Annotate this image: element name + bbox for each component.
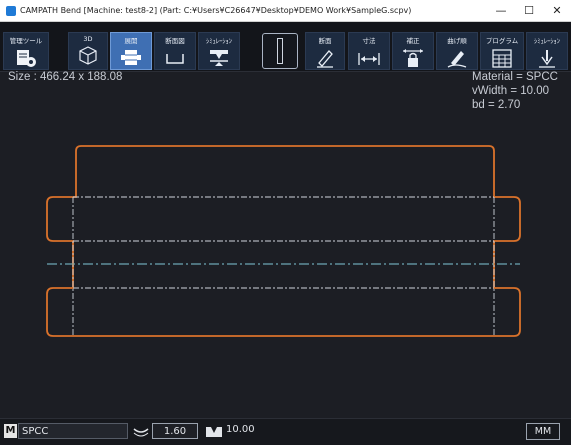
single-view-button[interactable]: [262, 33, 298, 69]
material-field[interactable]: SPCC: [18, 423, 128, 439]
management-tool-label: 管理ツール: [9, 37, 43, 45]
press-simulation-label: ｼﾐｭﾚｰｼｮﾝ: [206, 37, 232, 45]
thickness-field[interactable]: 1.60: [152, 423, 198, 439]
pencil-icon: [317, 50, 333, 68]
close-button[interactable]: ✕: [543, 0, 571, 22]
press-simulation-icon: [210, 50, 228, 66]
press-simulation-button[interactable]: ｼﾐｭﾚｰｼｮﾝ: [198, 32, 240, 70]
simulation-label: ｼﾐｭﾚｰｼｮﾝ: [534, 37, 560, 45]
bend-order-button[interactable]: 曲げ順: [436, 32, 478, 70]
bend-order-icon: [447, 51, 467, 68]
maximize-button[interactable]: ☐: [515, 0, 543, 22]
program-label: プログラム: [485, 37, 519, 45]
dimension-label: 寸法: [362, 37, 376, 45]
simulation-button[interactable]: ｼﾐｭﾚｰｼｮﾝ: [526, 32, 568, 70]
unfold-icon: [121, 50, 141, 65]
cross-section-button[interactable]: 断面図: [154, 32, 196, 70]
dimension-arrow-icon: [358, 53, 380, 65]
bend-order-label: 曲げ順: [447, 37, 467, 45]
unfold-button[interactable]: 展開: [110, 32, 152, 70]
title-bar: CAMPATH Bend [Machine: test8-2] (Part: C…: [0, 0, 571, 22]
management-tool-button[interactable]: 管理ツール: [3, 32, 49, 70]
cross-section-icon: [166, 54, 184, 64]
app-logo-icon: [6, 5, 16, 16]
3d-view-label: 3D: [83, 35, 93, 43]
bend-lines: [72, 196, 495, 336]
section-edit-label: 断面: [318, 37, 332, 45]
simulation-tool-icon: [539, 50, 555, 68]
management-tool-icon: [17, 50, 36, 67]
thickness-icon: [133, 428, 149, 437]
flat-pattern-canvas[interactable]: [0, 72, 571, 418]
correction-label: 補正: [406, 37, 420, 45]
correction-button[interactable]: 補正: [392, 32, 434, 70]
dimension-button[interactable]: 寸法: [348, 32, 390, 70]
single-view-icon: [277, 38, 283, 64]
status-bar: M SPCC 1.60 10.00 MM: [0, 418, 571, 445]
minimize-button[interactable]: —: [487, 0, 515, 22]
vwidth-value: 10.00: [226, 424, 255, 435]
mode-indicator: M: [4, 424, 17, 438]
unfold-label: 展開: [124, 37, 138, 45]
3d-view-button[interactable]: 3D: [68, 32, 108, 70]
program-button[interactable]: プログラム: [480, 32, 524, 70]
v-die-icon: [206, 427, 222, 437]
3d-cube-icon: [79, 46, 97, 65]
unit-button[interactable]: MM: [526, 423, 560, 440]
window-title: CAMPATH Bend [Machine: test8-2] (Part: C…: [20, 6, 412, 15]
main-toolbar: 管理ツール 3D 展開 断面図 ｼﾐｭﾚｰｼｮﾝ 断面 寸法 補正 曲げ順 プロ…: [0, 22, 571, 72]
correction-lock-icon: [403, 49, 423, 67]
program-grid-icon: [492, 49, 512, 68]
section-edit-button[interactable]: 断面: [305, 32, 345, 70]
cross-section-label: 断面図: [165, 37, 185, 45]
